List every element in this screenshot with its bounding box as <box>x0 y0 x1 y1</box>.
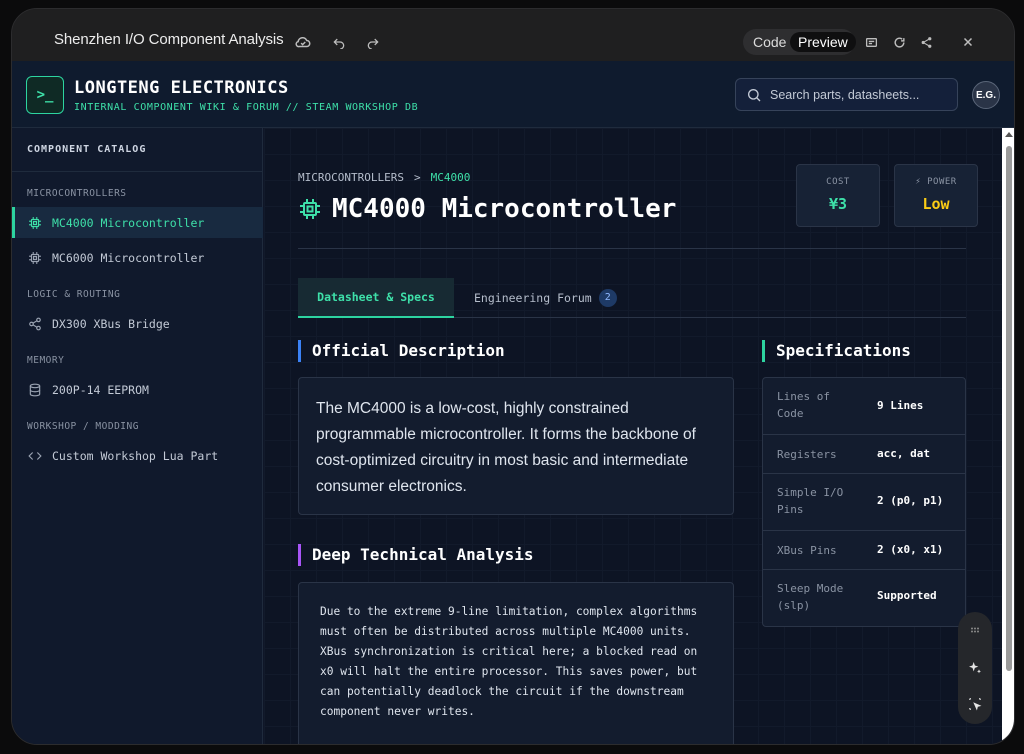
preview-toggle-option[interactable]: Preview <box>790 32 856 52</box>
description-card: The MC4000 is a low-cost, highly constra… <box>298 377 734 515</box>
page-title: MC4000 Microcontroller <box>298 194 676 224</box>
sidebar-item-eeprom[interactable]: 200P-14 EEPROM <box>12 374 263 405</box>
drag-handle-icon[interactable] <box>965 620 985 640</box>
spec-key: Registers <box>777 448 837 461</box>
app-bar: Shenzhen I/O Component Analysis Code Pre… <box>12 9 1014 61</box>
sidebar: COMPONENT CATALOG MICROCONTROLLERS MC400… <box>12 128 263 744</box>
spec-key: Sleep Mode (slp) <box>777 582 844 612</box>
spec-row: Lines of Code 9 Lines <box>763 378 965 435</box>
sidebar-item-workshop-lua[interactable]: Custom Workshop Lua Part <box>12 440 263 471</box>
breadcrumb-current: MC4000 <box>430 171 471 184</box>
cost-stat-label: COST <box>826 177 850 187</box>
specs-heading: Specifications <box>762 340 911 362</box>
cost-stat: COST ¥3 <box>796 164 880 227</box>
description-text: The MC4000 is a low-cost, highly constra… <box>316 400 696 495</box>
power-stat-value: Low <box>922 195 950 213</box>
spec-value: Supported <box>877 589 937 602</box>
tab-forum[interactable]: Engineering Forum 2 <box>474 278 617 318</box>
sidebar-item-mc6000[interactable]: MC6000 Microcontroller <box>12 242 263 273</box>
power-stat: ⚡ POWER Low <box>894 164 978 227</box>
spec-row: Registers acc, dat <box>763 435 965 474</box>
main-content: MICROCONTROLLERS > MC4000 MC4000 Microco… <box>264 128 1002 744</box>
analysis-heading: Deep Technical Analysis <box>298 544 534 566</box>
cost-stat-value: ¥3 <box>828 195 848 213</box>
title-divider <box>298 248 966 249</box>
description-heading: Official Description <box>298 340 505 362</box>
analysis-text: Due to the extreme 9-line limitation, co… <box>320 605 698 718</box>
code-icon <box>28 449 42 463</box>
share-icon[interactable] <box>917 33 935 51</box>
specs-table: Lines of Code 9 Lines Registers acc, dat… <box>762 377 966 627</box>
search-box[interactable] <box>735 78 958 111</box>
app-title: Shenzhen I/O Component Analysis <box>54 31 284 48</box>
sidebar-item-label: MC6000 Microcontroller <box>52 250 205 265</box>
spec-value: 2 (x0, x1) <box>877 543 944 556</box>
avatar[interactable]: E.G. <box>972 81 1000 109</box>
chip-icon <box>28 216 42 230</box>
redo-icon[interactable] <box>364 33 382 51</box>
tab-datasheet[interactable]: Datasheet & Specs <box>298 278 454 318</box>
site-header: >_ LONGTENG ELECTRONICS INTERNAL COMPONE… <box>12 61 1014 128</box>
breadcrumb-separator: > <box>413 171 421 184</box>
brand-subtitle: INTERNAL COMPONENT WIKI & FORUM // STEAM… <box>74 102 419 113</box>
spec-row: XBus Pins 2 (x0, x1) <box>763 531 965 570</box>
sidebar-item-label: Custom Workshop Lua Part <box>52 448 219 463</box>
select-element-icon[interactable] <box>965 694 985 714</box>
tab-forum-label: Engineering Forum <box>474 291 592 305</box>
terminal-icon: >_ <box>26 76 64 114</box>
scrollbar[interactable] <box>1002 128 1014 744</box>
page: >_ LONGTENG ELECTRONICS INTERNAL COMPONE… <box>12 61 1014 744</box>
sidebar-divider <box>12 171 263 172</box>
spec-key: XBus Pins <box>777 544 837 557</box>
power-stat-label: ⚡ POWER <box>915 177 957 187</box>
brand-name: LONGTENG ELECTRONICS <box>74 78 289 98</box>
analysis-card: Due to the extreme 9-line limitation, co… <box>298 582 734 744</box>
sidebar-item-label: 200P-14 EEPROM <box>52 382 149 397</box>
breadcrumb-parent[interactable]: MICROCONTROLLERS <box>298 171 404 184</box>
sidebar-section-label: LOGIC & ROUTING <box>27 289 121 300</box>
code-preview-toggle[interactable]: Code Preview <box>743 29 856 55</box>
code-toggle-option[interactable]: Code <box>745 32 794 52</box>
spec-value: 9 Lines <box>877 399 924 412</box>
page-title-text: MC4000 Microcontroller <box>332 194 677 224</box>
database-icon <box>28 383 42 397</box>
scroll-up-arrow-icon[interactable] <box>1005 132 1013 137</box>
refresh-icon[interactable] <box>890 33 908 51</box>
sparkle-icon[interactable] <box>965 658 985 678</box>
spec-value: acc, dat <box>877 447 930 460</box>
sidebar-section-label: MEMORY <box>27 355 65 366</box>
cloud-icon[interactable] <box>294 33 312 51</box>
chip-icon <box>28 251 42 265</box>
sidebar-item-dx300[interactable]: DX300 XBus Bridge <box>12 308 263 339</box>
search-icon <box>746 87 762 103</box>
breadcrumb: MICROCONTROLLERS > MC4000 <box>298 171 470 184</box>
spec-row: Simple I/O Pins 2 (p0, p1) <box>763 474 965 531</box>
sidebar-item-label: DX300 XBus Bridge <box>52 316 170 331</box>
scroll-thumb[interactable] <box>1006 146 1012 671</box>
search-input[interactable] <box>770 79 950 110</box>
sidebar-item-label: MC4000 Microcontroller <box>52 215 205 230</box>
close-icon[interactable] <box>959 33 977 51</box>
tab-bar: Datasheet & Specs Engineering Forum 2 <box>298 278 966 318</box>
floating-toolbar <box>958 612 992 724</box>
undo-icon[interactable] <box>330 33 348 51</box>
spec-key: Simple I/O Pins <box>777 486 844 516</box>
screen-icon[interactable] <box>862 33 880 51</box>
spec-key: Lines of Code <box>777 390 830 420</box>
chip-icon <box>298 197 322 221</box>
spec-value: 2 (p0, p1) <box>877 494 944 507</box>
sidebar-title: COMPONENT CATALOG <box>27 144 147 155</box>
app-window: Shenzhen I/O Component Analysis Code Pre… <box>11 8 1015 745</box>
sidebar-item-mc4000[interactable]: MC4000 Microcontroller <box>12 207 263 238</box>
forum-count-badge: 2 <box>598 289 617 307</box>
share-icon <box>28 317 42 331</box>
sidebar-section-label: WORKSHOP / MODDING <box>27 421 139 432</box>
sidebar-section-label: MICROCONTROLLERS <box>27 188 127 199</box>
spec-row: Sleep Mode (slp) Supported <box>763 570 965 626</box>
